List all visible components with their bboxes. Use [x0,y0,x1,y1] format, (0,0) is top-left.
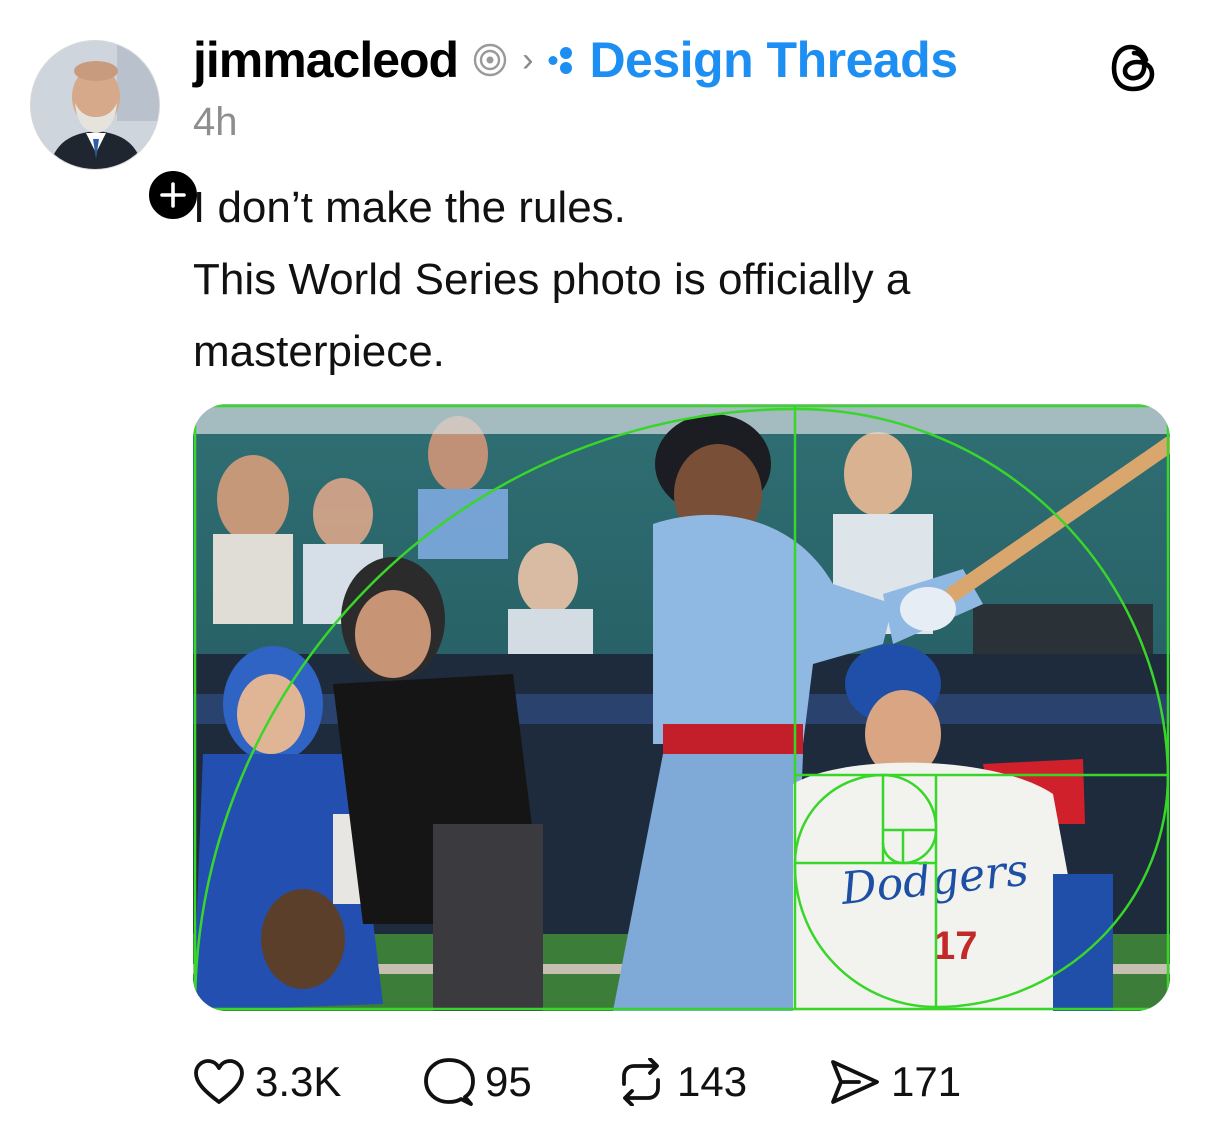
heart-icon [194,1059,244,1104]
thread-post: jimmacleod › Design Threads 4h I don’t m… [0,0,1206,1146]
avatar-portrait [31,41,159,169]
username-link[interactable]: jimmacleod [193,31,459,89]
plus-icon [160,182,186,208]
action-bar: 3.3K 95 143 171 [193,1052,989,1112]
repost-button[interactable]: 143 [615,1058,829,1106]
post-body: I don’t make the rules. This World Serie… [193,172,1153,388]
like-count: 3.3K [255,1058,342,1105]
share-button[interactable]: 171 [829,1058,989,1106]
community-name: Design Threads [589,32,958,88]
verified-icon [473,43,507,77]
comment-icon [424,1058,475,1106]
avatar[interactable] [30,40,160,170]
threads-logo-icon[interactable] [1106,40,1162,96]
repost-count: 143 [677,1058,748,1105]
reply-count: 95 [485,1058,532,1105]
post-text-line-2: This World Series photo is officially a … [193,255,911,376]
post-image[interactable]: Dodgers 17 [193,404,1170,1011]
chevron-right-icon: › [522,40,534,79]
community-link[interactable]: Design Threads [545,31,958,89]
like-button[interactable]: 3.3K [193,1058,423,1106]
post-header: jimmacleod › Design Threads [193,30,958,90]
avatar-container[interactable] [30,40,202,224]
baseball-photo: Dodgers 17 [193,404,1170,1011]
post-text-line-1: I don’t make the rules. [193,183,626,232]
reply-button[interactable]: 95 [423,1057,615,1107]
post-timestamp: 4h [193,100,238,144]
send-icon [831,1060,879,1104]
community-icon [548,47,573,74]
repost-icon [622,1058,660,1106]
jersey-number: 17 [933,924,978,968]
share-count: 171 [891,1058,962,1105]
